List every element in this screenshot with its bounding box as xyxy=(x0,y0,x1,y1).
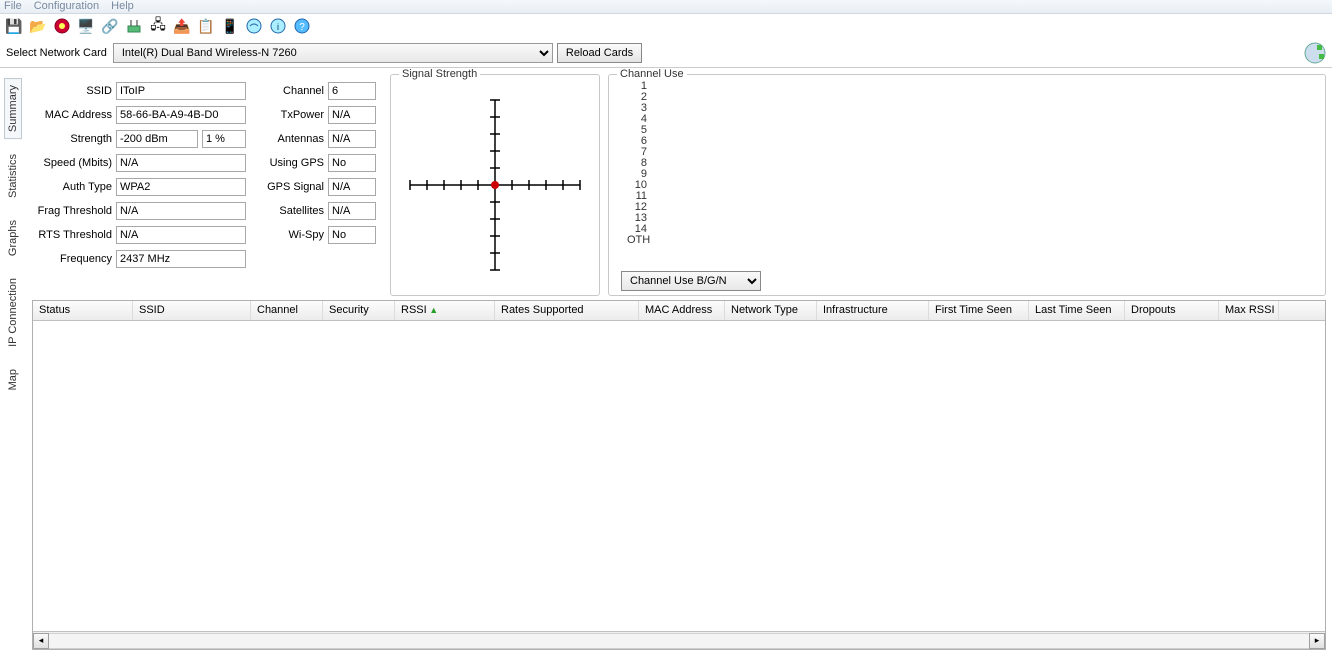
scroll-right-button[interactable]: ▸ xyxy=(1309,633,1325,649)
rts-field[interactable]: N/A xyxy=(116,226,246,244)
save-icon[interactable]: 💾 xyxy=(4,16,24,36)
side-tabs: Summary Statistics Graphs IP Connection … xyxy=(0,68,26,650)
clipboard-icon[interactable]: 📋 xyxy=(196,16,216,36)
globe-refresh-icon[interactable] xyxy=(244,16,264,36)
networks-grid: StatusSSIDChannelSecurityRSSIRates Suppo… xyxy=(32,300,1326,650)
frag-label: Frag Threshold xyxy=(36,205,112,217)
mac-label: MAC Address xyxy=(36,109,112,121)
signal-strength-panel: Signal Strength xyxy=(390,74,600,296)
gps-field[interactable]: No xyxy=(328,154,376,172)
frag-field[interactable]: N/A xyxy=(116,202,246,220)
col-status[interactable]: Status xyxy=(33,301,133,320)
speed-label: Speed (Mbits) xyxy=(36,157,112,169)
details-panel-2: Channel 6 TxPower N/A Antennas N/A Using GP… xyxy=(260,74,382,296)
txpower-field[interactable]: N/A xyxy=(328,106,376,124)
nic-row: Select Network Card Intel(R) Dual Band W… xyxy=(0,38,1332,68)
record-icon[interactable] xyxy=(52,16,72,36)
freq-field[interactable]: 2437 MHz xyxy=(116,250,246,268)
col-rates-supported[interactable]: Rates Supported xyxy=(495,301,639,320)
folder-icon[interactable]: 📂 xyxy=(28,16,48,36)
scroll-track[interactable] xyxy=(49,633,1309,649)
help-icon[interactable]: ? xyxy=(292,16,312,36)
sat-label: Satellites xyxy=(264,205,324,217)
channel-use-panel: Channel Use 1234567891011121314OTH Chann… xyxy=(608,74,1326,296)
freq-label: Frequency xyxy=(36,253,112,265)
sat-field[interactable]: N/A xyxy=(328,202,376,220)
grid-body[interactable] xyxy=(33,321,1325,631)
channel-use-select[interactable]: Channel Use B/G/N xyxy=(621,271,761,291)
col-last-time-seen[interactable]: Last Time Seen xyxy=(1029,301,1125,320)
mac-field[interactable]: 58-66-BA-A9-4B-D0 xyxy=(116,106,246,124)
col-max-rssi[interactable]: Max RSSI xyxy=(1219,301,1279,320)
globe-info-icon[interactable]: i xyxy=(268,16,288,36)
signal-strength-title: Signal Strength xyxy=(399,68,480,80)
tab-statistics[interactable]: Statistics xyxy=(4,147,22,205)
channel-label: Channel xyxy=(264,85,324,97)
col-security[interactable]: Security xyxy=(323,301,395,320)
wispy-label: Wi-Spy xyxy=(264,229,324,241)
txpower-label: TxPower xyxy=(264,109,324,121)
ssid-label: SSID xyxy=(36,85,112,97)
nic-select[interactable]: Intel(R) Dual Band Wireless-N 7260 xyxy=(113,43,553,63)
devices-icon[interactable]: 🖥️ xyxy=(76,16,96,36)
gps-label: Using GPS xyxy=(264,157,324,169)
grid-hscroll[interactable]: ◂ ▸ xyxy=(33,631,1325,649)
col-channel[interactable]: Channel xyxy=(251,301,323,320)
multi-device-icon[interactable]: 🖧 xyxy=(148,16,168,36)
svg-text:i: i xyxy=(277,22,279,32)
scroll-left-button[interactable]: ◂ xyxy=(33,633,49,649)
antennas-label: Antennas xyxy=(264,133,324,145)
col-first-time-seen[interactable]: First Time Seen xyxy=(929,301,1029,320)
rts-label: RTS Threshold xyxy=(36,229,112,241)
gpssig-field[interactable]: N/A xyxy=(328,178,376,196)
col-rssi[interactable]: RSSI xyxy=(395,301,495,320)
menubar: File Configuration Help xyxy=(0,0,1332,14)
tab-ip-connection[interactable]: IP Connection xyxy=(4,271,22,354)
wispy-field[interactable]: No xyxy=(328,226,376,244)
channel-row: OTH xyxy=(627,235,647,246)
network-icon[interactable]: 🔗 xyxy=(100,16,120,36)
strength-pct-field[interactable]: 1 % xyxy=(202,130,246,148)
channel-field[interactable]: 6 xyxy=(328,82,376,100)
toolbar: 💾 📂 🖥️ 🔗 🖧 📤 📋 📱 i ? xyxy=(0,14,1332,38)
tab-summary[interactable]: Summary xyxy=(4,78,22,139)
signal-crosshair-icon xyxy=(400,90,590,280)
menu-help[interactable]: Help xyxy=(111,0,134,13)
channel-use-list: 1234567891011121314OTH xyxy=(621,81,1317,246)
phone-icon[interactable]: 📱 xyxy=(220,16,240,36)
grid-header: StatusSSIDChannelSecurityRSSIRates Suppo… xyxy=(33,301,1325,321)
antennas-field[interactable]: N/A xyxy=(328,130,376,148)
col-dropouts[interactable]: Dropouts xyxy=(1125,301,1219,320)
auth-label: Auth Type xyxy=(36,181,112,193)
channel-use-title: Channel Use xyxy=(617,68,687,80)
ssid-field[interactable]: IToIP xyxy=(116,82,246,100)
gpssig-label: GPS Signal xyxy=(264,181,324,193)
details-panel-1: SSID IToIP MAC Address 58-66-BA-A9-4B-D0 S… xyxy=(32,74,252,296)
col-mac-address[interactable]: MAC Address xyxy=(639,301,725,320)
col-ssid[interactable]: SSID xyxy=(133,301,251,320)
menu-configuration[interactable]: Configuration xyxy=(34,0,99,13)
reload-cards-button[interactable]: Reload Cards xyxy=(557,43,642,63)
export-icon[interactable]: 📤 xyxy=(172,16,192,36)
nic-label: Select Network Card xyxy=(6,47,109,59)
strength-label: Strength xyxy=(36,133,112,145)
svg-text:?: ? xyxy=(299,22,305,33)
app-logo-icon xyxy=(1304,42,1326,64)
auth-field[interactable]: WPA2 xyxy=(116,178,246,196)
router-icon[interactable] xyxy=(124,16,144,36)
col-infrastructure[interactable]: Infrastructure xyxy=(817,301,929,320)
tab-map[interactable]: Map xyxy=(4,362,22,397)
menu-file[interactable]: File xyxy=(4,0,22,13)
tab-graphs[interactable]: Graphs xyxy=(4,213,22,263)
speed-field[interactable]: N/A xyxy=(116,154,246,172)
col-network-type[interactable]: Network Type xyxy=(725,301,817,320)
strength-dbm-field[interactable]: -200 dBm xyxy=(116,130,198,148)
